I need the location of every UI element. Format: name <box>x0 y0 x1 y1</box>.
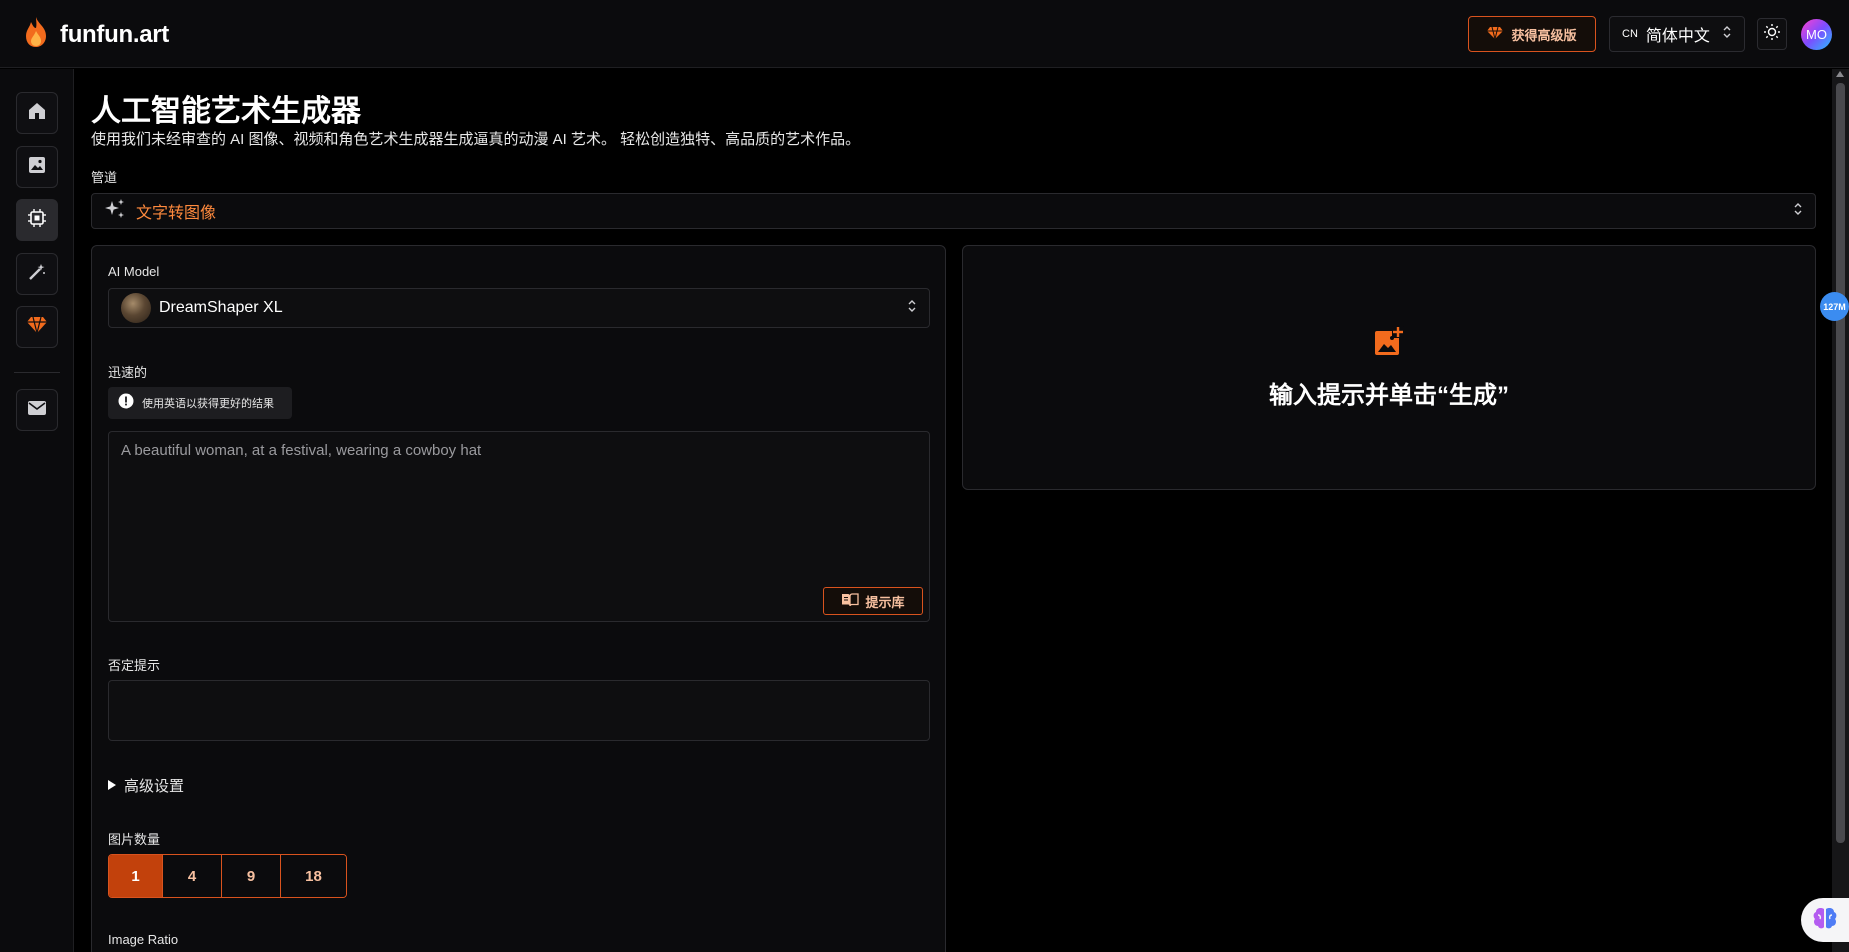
image-count-option-1[interactable]: 1 <box>109 855 163 897</box>
get-premium-button[interactable]: 获得高级版 <box>1468 16 1596 52</box>
language-label: 简体中文 <box>1645 28 1710 45</box>
ai-model-label: AI Model <box>108 264 160 279</box>
flame-icon <box>22 16 50 53</box>
home-icon <box>27 101 47 126</box>
image-count-label: 图片数量 <box>108 832 161 847</box>
prompt-textarea[interactable]: A beautiful woman, at a festival, wearin… <box>108 431 930 622</box>
user-avatar[interactable]: MO <box>1801 19 1832 50</box>
magic-wand-icon <box>27 262 47 287</box>
chevron-updown-icon <box>907 298 917 319</box>
theme-toggle-button[interactable] <box>1757 18 1787 50</box>
image-count-option-9[interactable]: 9 <box>222 855 281 897</box>
pipeline-select[interactable]: 文字转图像 <box>91 193 1816 229</box>
prompt-tip: 使用英语以获得更好的结果 <box>108 387 292 419</box>
add-image-icon <box>1374 326 1404 361</box>
output-panel: 输入提示并单击“生成” <box>962 245 1816 490</box>
empty-state: 输入提示并单击“生成” <box>963 326 1815 410</box>
brain-icon <box>1812 906 1838 935</box>
sun-icon <box>1763 23 1781 46</box>
negative-prompt-label: 否定提示 <box>108 658 161 673</box>
assistant-button[interactable] <box>1801 898 1849 942</box>
prompt-text: A beautiful woman, at a festival, wearin… <box>121 442 482 459</box>
prompt-label: 迅速的 <box>108 365 148 380</box>
prompt-tip-text: 使用英语以获得更好的结果 <box>142 398 274 410</box>
alert-icon <box>118 393 134 414</box>
sidebar-item-home[interactable] <box>16 92 58 134</box>
gem-icon <box>27 316 47 339</box>
sidebar-item-premium[interactable] <box>16 306 58 348</box>
image-ratio-label: Image Ratio <box>108 932 179 947</box>
scroll-up-arrow[interactable] <box>1836 71 1844 77</box>
page-subtitle: 使用我们未经审查的 AI 图像、视频和角色艺术生成器生成逼真的动漫 AI 艺术。… <box>91 131 861 148</box>
memory-badge[interactable]: 127M <box>1820 292 1849 321</box>
language-code: CN <box>1622 28 1638 40</box>
prompt-library-button[interactable]: 提示库 <box>823 587 923 615</box>
empty-state-text: 输入提示并单击“生成” <box>1269 382 1509 409</box>
chevron-updown-icon <box>1722 24 1732 45</box>
ai-model-select[interactable]: DreamShaper XL <box>108 288 930 328</box>
scroll-thumb[interactable] <box>1836 83 1845 843</box>
brand-name: funfun.art <box>60 20 169 48</box>
image-count-option-4[interactable]: 4 <box>163 855 222 897</box>
sparkles-icon <box>104 198 126 225</box>
page-title: 人工智能艺术生成器 <box>91 95 361 128</box>
pipeline-value: 文字转图像 <box>136 205 217 222</box>
advanced-settings-label: 高级设置 <box>124 778 185 795</box>
language-select[interactable]: CN 简体中文 <box>1609 16 1745 52</box>
sidebar-divider <box>14 372 60 373</box>
chevron-updown-icon <box>1793 201 1803 222</box>
premium-label: 获得高级版 <box>1511 27 1577 43</box>
advanced-settings-toggle[interactable]: 高级设置 <box>108 775 184 796</box>
top-bar: funfun.art 获得高级版 CN 简体中文 MO <box>0 0 1849 68</box>
sidebar <box>0 69 74 952</box>
sidebar-item-mail[interactable] <box>16 389 58 431</box>
gem-icon <box>1487 26 1504 43</box>
caret-right-icon <box>108 777 116 794</box>
logo[interactable]: funfun.art <box>22 16 169 53</box>
image-count-option-18[interactable]: 18 <box>281 855 346 897</box>
negative-prompt-textarea[interactable] <box>108 680 930 741</box>
model-thumbnail <box>121 293 151 323</box>
sidebar-item-generator[interactable] <box>16 199 58 241</box>
mail-icon <box>27 400 47 421</box>
chip-icon <box>27 208 47 233</box>
prompt-library-label: 提示库 <box>865 594 905 610</box>
image-icon <box>27 155 47 180</box>
page-scrollbar[interactable] <box>1832 69 1849 952</box>
sidebar-item-magic[interactable] <box>16 253 58 295</box>
model-name: DreamShaper XL <box>159 299 283 316</box>
sidebar-item-gallery[interactable] <box>16 146 58 188</box>
book-icon <box>841 592 860 610</box>
pipeline-label: 管道 <box>91 170 118 185</box>
generation-form-panel: AI Model DreamShaper XL 迅速的 使用英语以获得更好的结果… <box>91 245 946 952</box>
image-count-selector: 1 4 9 18 <box>108 854 347 898</box>
